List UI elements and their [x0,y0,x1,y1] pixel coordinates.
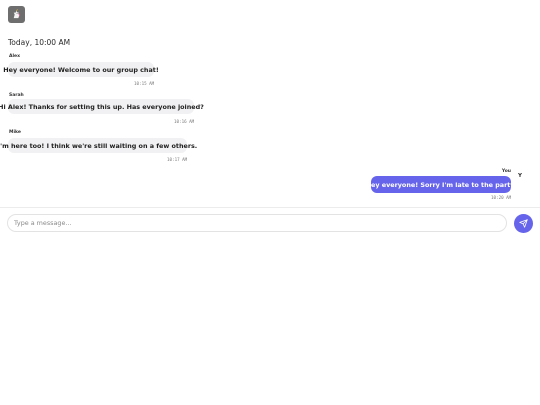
app-logo-avatar [8,6,25,23]
unicorn-icon [13,9,20,19]
message-sender-name: Mike [9,130,21,135]
send-icon [519,219,528,228]
message-input[interactable] [7,214,507,232]
message-bubble[interactable]: I'm here too! I think we're still waitin… [0,138,197,153]
message-sender-name: Sarah [9,93,24,98]
message-timestamp: 10:16 AM [174,119,195,124]
composer-divider [0,207,540,208]
message-sender-name: You [501,169,511,174]
message-bubble[interactable]: Hey everyone! Welcome to our group chat! [3,62,159,77]
conversation-date-header: Today, 10:00 AM [8,38,71,47]
message-timestamp: 10:15 AM [134,81,155,86]
message-sender-name: Alex [9,54,20,59]
message-timestamp: 10:20 AM [491,195,512,200]
message-bubble[interactable]: Hi Alex! Thanks for setting this up. Has… [0,99,204,114]
user-avatar: Y [518,173,522,179]
send-button[interactable] [514,214,533,233]
my-message-bubble[interactable]: Hey everyone! Sorry I'm late to the part… [366,176,516,193]
message-timestamp: 10:17 AM [167,157,188,162]
